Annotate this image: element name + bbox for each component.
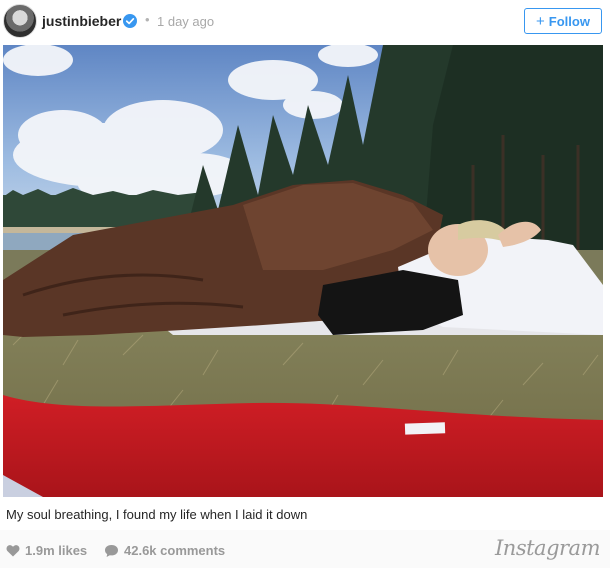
verified-badge-icon bbox=[123, 14, 137, 28]
instagram-logo[interactable]: Instagram bbox=[495, 536, 600, 560]
comments-label: 42.6k comments bbox=[124, 543, 226, 558]
username[interactable]: justinbieber bbox=[42, 13, 121, 29]
follow-button[interactable]: + Follow bbox=[524, 8, 602, 34]
avatar[interactable] bbox=[3, 4, 37, 38]
post-photo[interactable] bbox=[3, 45, 603, 497]
photo-illustration bbox=[3, 45, 603, 497]
follow-label: Follow bbox=[548, 13, 590, 29]
post-header: justinbieber • 1 day ago + Follow bbox=[0, 0, 610, 44]
post-caption: My soul breathing, I found my life when … bbox=[6, 507, 308, 522]
comments-count[interactable]: 42.6k comments bbox=[104, 543, 225, 558]
comment-icon bbox=[105, 544, 118, 557]
likes-label: 1.9m likes bbox=[25, 543, 88, 558]
heart-icon bbox=[6, 545, 20, 557]
post-footer: 1.9m likes 42.6k comments Instagram bbox=[0, 530, 610, 568]
likes-count[interactable]: 1.9m likes bbox=[6, 543, 87, 558]
post-timestamp[interactable]: 1 day ago bbox=[157, 14, 214, 29]
plus-icon: + bbox=[536, 12, 545, 30]
separator-dot: • bbox=[145, 12, 150, 27]
